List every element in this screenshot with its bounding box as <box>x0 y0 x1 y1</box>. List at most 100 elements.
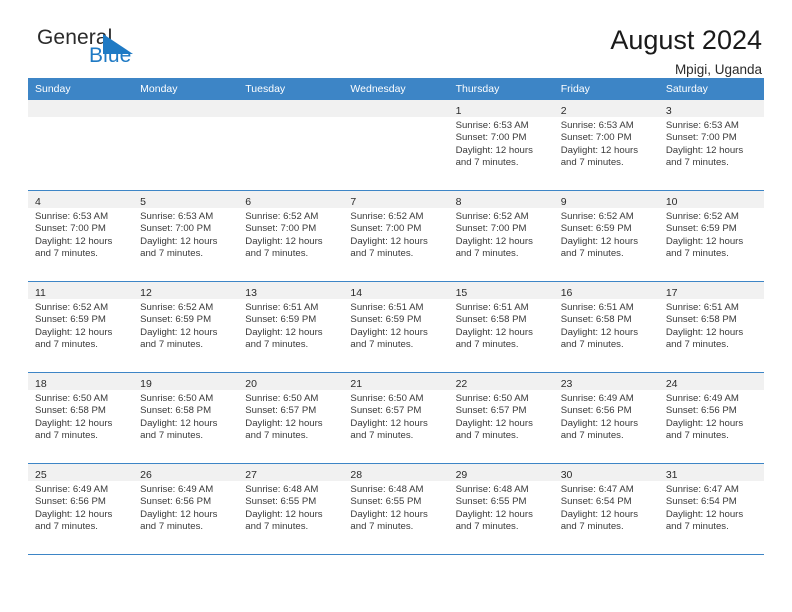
day-number: 21 <box>350 378 363 390</box>
calendar-day-cell[interactable]: 31 Sunrise: 6:47 AM Sunset: 6:54 PM Dayligh… <box>658 463 764 555</box>
daylight-text-line1: Daylight: 12 hours <box>245 417 323 429</box>
daylight-text-line2: and 7 minutes. <box>140 339 204 351</box>
general-blue-logo[interactable]: General Blue <box>28 26 168 74</box>
calendar-day-cell[interactable]: 3 Sunrise: 6:53 AM Sunset: 7:00 PM Daylight… <box>658 100 764 191</box>
day-sun-info: Sunrise: 6:49 AM Sunset: 6:56 PM Daylight:… <box>28 481 133 534</box>
calendar-day-cell[interactable]: 11 Sunrise: 6:52 AM Sunset: 6:59 PM Dayligh… <box>28 281 134 373</box>
daylight-text-line1: Daylight: 12 hours <box>665 144 744 156</box>
daylight-text-line1: Daylight: 12 hours <box>140 326 218 338</box>
sunset-text: Sunset: 7:00 PM <box>455 223 527 235</box>
calendar-day-cell[interactable]: 14 Sunrise: 6:51 AM Sunset: 6:59 PM Dayligh… <box>343 281 449 373</box>
day-cell-content <box>133 100 239 190</box>
day-number-bar <box>28 100 134 117</box>
daylight-text-line2: and 7 minutes. <box>560 339 624 351</box>
calendar-day-cell[interactable]: 23 Sunrise: 6:49 AM Sunset: 6:56 PM Dayligh… <box>553 372 659 464</box>
calendar-day-cell[interactable]: 6 Sunrise: 6:52 AM Sunset: 7:00 PM Daylight… <box>238 190 344 282</box>
day-number: 6 <box>245 196 252 208</box>
calendar-day-cell[interactable]: 17 Sunrise: 6:51 AM Sunset: 6:58 PM Dayligh… <box>658 281 764 373</box>
calendar-day-cell[interactable]: 2 Sunrise: 6:53 AM Sunset: 7:00 PM Daylight… <box>553 100 659 191</box>
sunset-text: Sunset: 7:00 PM <box>140 223 212 235</box>
day-number: 31 <box>665 469 678 481</box>
calendar-day-cell[interactable]: 30 Sunrise: 6:47 AM Sunset: 6:54 PM Dayligh… <box>553 463 659 555</box>
day-cell-content: 31 Sunrise: 6:47 AM Sunset: 6:54 PM Dayligh… <box>658 464 764 554</box>
calendar-day-cell[interactable]: 25 Sunrise: 6:49 AM Sunset: 6:56 PM Dayligh… <box>28 463 134 555</box>
calendar-day-cell[interactable]: 5 Sunrise: 6:53 AM Sunset: 7:00 PM Daylight… <box>133 190 239 282</box>
sunset-text: Sunset: 6:59 PM <box>350 314 422 326</box>
calendar-day-cell[interactable]: 12 Sunrise: 6:52 AM Sunset: 6:59 PM Dayligh… <box>133 281 239 373</box>
calendar-day-cell[interactable]: 18 Sunrise: 6:50 AM Sunset: 6:58 PM Dayligh… <box>28 372 134 464</box>
sunset-text: Sunset: 6:56 PM <box>35 496 106 508</box>
daylight-text-line2: and 7 minutes. <box>35 521 98 533</box>
calendar-day-cell-empty <box>28 100 134 191</box>
sunrise-text: Sunrise: 6:53 AM <box>665 120 739 131</box>
day-cell-content: 7 Sunrise: 6:52 AM Sunset: 7:00 PM Daylight… <box>343 191 449 281</box>
sunset-text: Sunset: 6:55 PM <box>455 496 527 508</box>
calendar-day-cell[interactable]: 15 Sunrise: 6:51 AM Sunset: 6:58 PM Dayligh… <box>448 281 554 373</box>
day-sun-info: Sunrise: 6:53 AM Sunset: 7:00 PM Daylight:… <box>449 117 554 170</box>
daylight-text-line2: and 7 minutes. <box>560 521 624 533</box>
day-sun-info: Sunrise: 6:53 AM Sunset: 7:00 PM Daylight:… <box>133 208 238 261</box>
sunrise-text: Sunrise: 6:53 AM <box>35 211 109 222</box>
calendar-day-cell[interactable]: 19 Sunrise: 6:50 AM Sunset: 6:58 PM Dayligh… <box>133 372 239 464</box>
calendar-day-cell[interactable]: 9 Sunrise: 6:52 AM Sunset: 6:59 PM Daylight… <box>553 190 659 282</box>
day-number-bar: 19 <box>133 373 239 390</box>
day-number: 5 <box>140 196 146 208</box>
daylight-text-line1: Daylight: 12 hours <box>245 326 323 338</box>
calendar-day-cell[interactable]: 1 Sunrise: 6:53 AM Sunset: 7:00 PM Daylight… <box>448 100 554 191</box>
sunrise-text: Sunrise: 6:48 AM <box>455 484 529 495</box>
day-cell-content: 6 Sunrise: 6:52 AM Sunset: 7:00 PM Daylight… <box>238 191 344 281</box>
sunrise-text: Sunrise: 6:53 AM <box>560 120 634 131</box>
calendar-day-cell[interactable]: 26 Sunrise: 6:49 AM Sunset: 6:56 PM Dayligh… <box>133 463 239 555</box>
calendar-day-cell[interactable]: 20 Sunrise: 6:50 AM Sunset: 6:57 PM Dayligh… <box>238 372 344 464</box>
daylight-text-line1: Daylight: 12 hours <box>140 235 218 247</box>
daylight-text-line2: and 7 minutes. <box>665 430 729 442</box>
sunset-text: Sunset: 6:58 PM <box>665 314 737 326</box>
sunrise-text: Sunrise: 6:51 AM <box>350 302 424 313</box>
calendar-week-row: 18 Sunrise: 6:50 AM Sunset: 6:58 PM Dayligh… <box>28 372 764 464</box>
calendar-day-cell[interactable]: 16 Sunrise: 6:51 AM Sunset: 6:58 PM Dayligh… <box>553 281 659 373</box>
daylight-text-line2: and 7 minutes. <box>560 430 624 442</box>
day-number-bar: 6 <box>238 191 344 208</box>
day-number: 18 <box>35 378 47 390</box>
sunset-text: Sunset: 6:56 PM <box>560 405 632 417</box>
sunrise-text: Sunrise: 6:48 AM <box>350 484 424 495</box>
calendar-day-cell[interactable]: 24 Sunrise: 6:49 AM Sunset: 6:56 PM Dayligh… <box>658 372 764 464</box>
day-number-bar: 15 <box>448 282 554 299</box>
daylight-text-line1: Daylight: 12 hours <box>560 326 639 338</box>
calendar-day-cell[interactable]: 29 Sunrise: 6:48 AM Sunset: 6:55 PM Dayligh… <box>448 463 554 555</box>
day-number-bar: 12 <box>133 282 239 299</box>
sunset-text: Sunset: 6:58 PM <box>560 314 632 326</box>
calendar-day-cell[interactable]: 7 Sunrise: 6:52 AM Sunset: 7:00 PM Daylight… <box>343 190 449 282</box>
calendar-day-cell[interactable]: 28 Sunrise: 6:48 AM Sunset: 6:55 PM Dayligh… <box>343 463 449 555</box>
sunrise-text: Sunrise: 6:52 AM <box>665 211 739 222</box>
daylight-text-line1: Daylight: 12 hours <box>140 417 218 429</box>
day-cell-content: 25 Sunrise: 6:49 AM Sunset: 6:56 PM Dayligh… <box>28 464 134 554</box>
daylight-text-line2: and 7 minutes. <box>245 339 309 351</box>
day-cell-content: 1 Sunrise: 6:53 AM Sunset: 7:00 PM Daylight… <box>448 100 554 190</box>
sunrise-text: Sunrise: 6:47 AM <box>560 484 634 495</box>
sunrise-text: Sunrise: 6:49 AM <box>35 484 109 495</box>
sunrise-text: Sunrise: 6:48 AM <box>245 484 319 495</box>
day-number: 13 <box>245 287 257 299</box>
day-number-bar <box>238 100 344 117</box>
day-sun-info: Sunrise: 6:49 AM Sunset: 6:56 PM Daylight:… <box>554 390 659 443</box>
weekday-header-friday: Friday <box>553 78 659 100</box>
calendar-day-cell[interactable]: 13 Sunrise: 6:51 AM Sunset: 6:59 PM Dayligh… <box>238 281 344 373</box>
day-number: 1 <box>455 105 462 117</box>
calendar-day-cell[interactable]: 10 Sunrise: 6:52 AM Sunset: 6:59 PM Dayligh… <box>658 190 764 282</box>
calendar-day-cell[interactable]: 27 Sunrise: 6:48 AM Sunset: 6:55 PM Dayligh… <box>238 463 344 555</box>
day-sun-info: Sunrise: 6:52 AM Sunset: 6:59 PM Daylight:… <box>554 208 659 261</box>
calendar-day-cell[interactable]: 8 Sunrise: 6:52 AM Sunset: 7:00 PM Daylight… <box>448 190 554 282</box>
day-number-bar: 26 <box>133 464 239 481</box>
calendar-week-row: 25 Sunrise: 6:49 AM Sunset: 6:56 PM Dayligh… <box>28 463 764 555</box>
daylight-text-line2: and 7 minutes. <box>140 521 204 533</box>
calendar-day-cell[interactable]: 4 Sunrise: 6:53 AM Sunset: 7:00 PM Daylight… <box>28 190 134 282</box>
day-number: 15 <box>455 287 468 299</box>
day-number: 8 <box>455 196 462 208</box>
day-sun-info: Sunrise: 6:50 AM Sunset: 6:57 PM Daylight:… <box>449 390 554 443</box>
daylight-text-line2: and 7 minutes. <box>350 430 414 442</box>
page-title: August 2024 <box>610 25 762 55</box>
calendar-day-cell[interactable]: 22 Sunrise: 6:50 AM Sunset: 6:57 PM Dayligh… <box>448 372 554 464</box>
sunset-text: Sunset: 7:00 PM <box>350 223 422 235</box>
calendar-day-cell[interactable]: 21 Sunrise: 6:50 AM Sunset: 6:57 PM Dayligh… <box>343 372 449 464</box>
